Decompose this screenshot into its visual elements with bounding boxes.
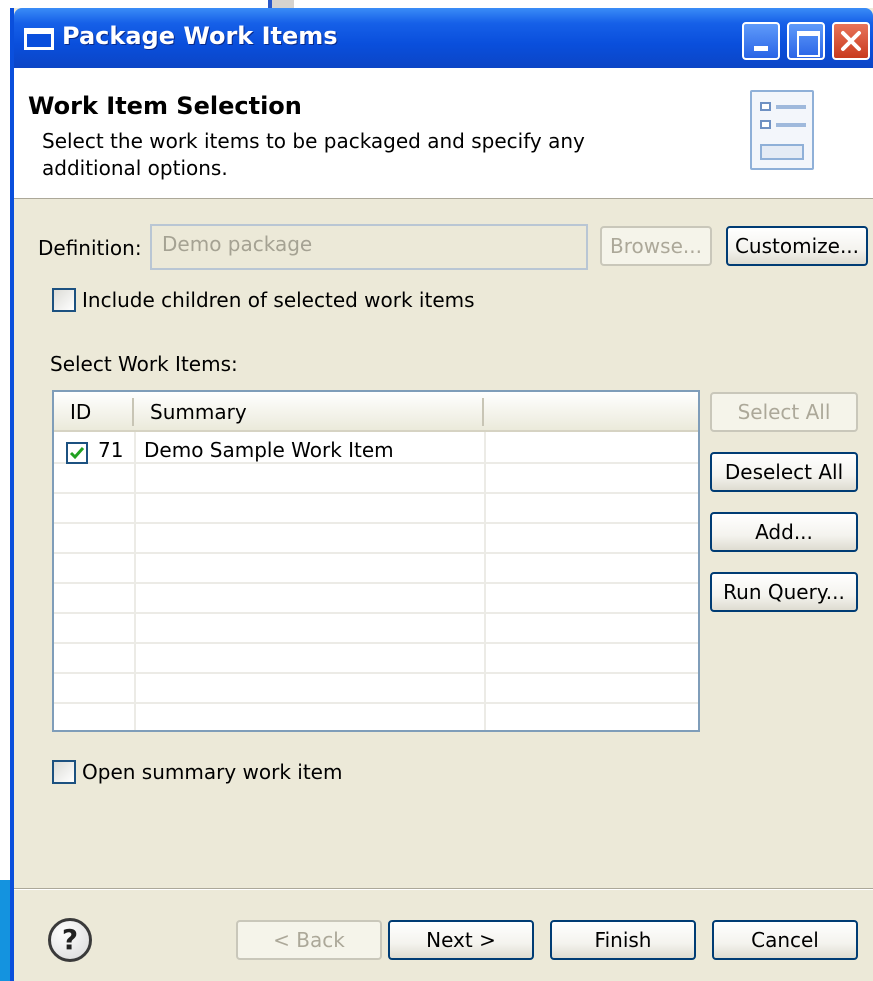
checkmark-icon [69, 447, 85, 460]
form-line-graphic [776, 105, 806, 109]
grid-line [54, 612, 698, 614]
finish-button[interactable]: Finish [550, 920, 696, 960]
grid-line [54, 702, 698, 704]
select-work-items-label: Select Work Items: [50, 352, 238, 376]
package-work-items-dialog: Package Work Items Work Item Selection S… [10, 8, 873, 981]
include-children-checkbox[interactable] [52, 288, 76, 312]
footer-divider [14, 888, 873, 890]
definition-field[interactable]: Demo package [150, 224, 588, 270]
grid-line [54, 642, 698, 644]
add-button[interactable]: Add... [710, 512, 858, 552]
minimize-button[interactable] [742, 22, 780, 60]
page-title: Work Item Selection [28, 92, 302, 120]
column-divider[interactable] [132, 398, 134, 426]
open-summary-checkbox[interactable] [52, 760, 76, 784]
grid-line [54, 552, 698, 554]
open-summary-label: Open summary work item [82, 760, 343, 784]
select-all-button[interactable]: Select All [710, 392, 858, 432]
wizard-header: Work Item Selection Select the work item… [14, 68, 873, 199]
grid-line [54, 492, 698, 494]
window-icon [24, 28, 54, 50]
include-children-label: Include children of selected work items [82, 288, 475, 312]
grid-line [54, 672, 698, 674]
page-description: Select the work items to be packaged and… [42, 129, 585, 180]
column-header-id[interactable]: ID [70, 400, 91, 424]
cancel-button[interactable]: Cancel [712, 920, 858, 960]
maximize-button[interactable] [787, 22, 825, 60]
back-button[interactable]: < Back [236, 920, 382, 960]
grid-line [54, 522, 698, 524]
browse-button[interactable]: Browse... [600, 226, 712, 266]
customize-button[interactable]: Customize... [726, 226, 868, 266]
column-header-summary[interactable]: Summary [150, 400, 247, 424]
help-icon[interactable]: ? [48, 918, 92, 962]
form-line-graphic [776, 123, 806, 127]
work-items-table[interactable]: ID Summary 71 Demo Sample Work Item [52, 390, 700, 732]
table-header: ID Summary [54, 392, 698, 432]
grid-line [54, 462, 698, 464]
close-icon [841, 31, 861, 51]
form-field-graphic [760, 144, 804, 160]
form-checkbox-graphic [760, 120, 771, 129]
window-title: Package Work Items [62, 22, 338, 50]
form-checkbox-graphic [760, 102, 771, 111]
column-divider[interactable] [482, 398, 484, 426]
next-button[interactable]: Next > [388, 920, 534, 960]
definition-label: Definition: [38, 236, 142, 260]
title-bar[interactable]: Package Work Items [14, 8, 873, 68]
row-checkbox[interactable] [66, 442, 88, 464]
row-summary: Demo Sample Work Item [144, 438, 394, 462]
deselect-all-button[interactable]: Deselect All [710, 452, 858, 492]
row-id: 71 [98, 438, 124, 462]
close-button[interactable] [832, 22, 870, 60]
grid-line [54, 582, 698, 584]
form-list-icon [750, 90, 814, 170]
run-query-button[interactable]: Run Query... [710, 572, 858, 612]
